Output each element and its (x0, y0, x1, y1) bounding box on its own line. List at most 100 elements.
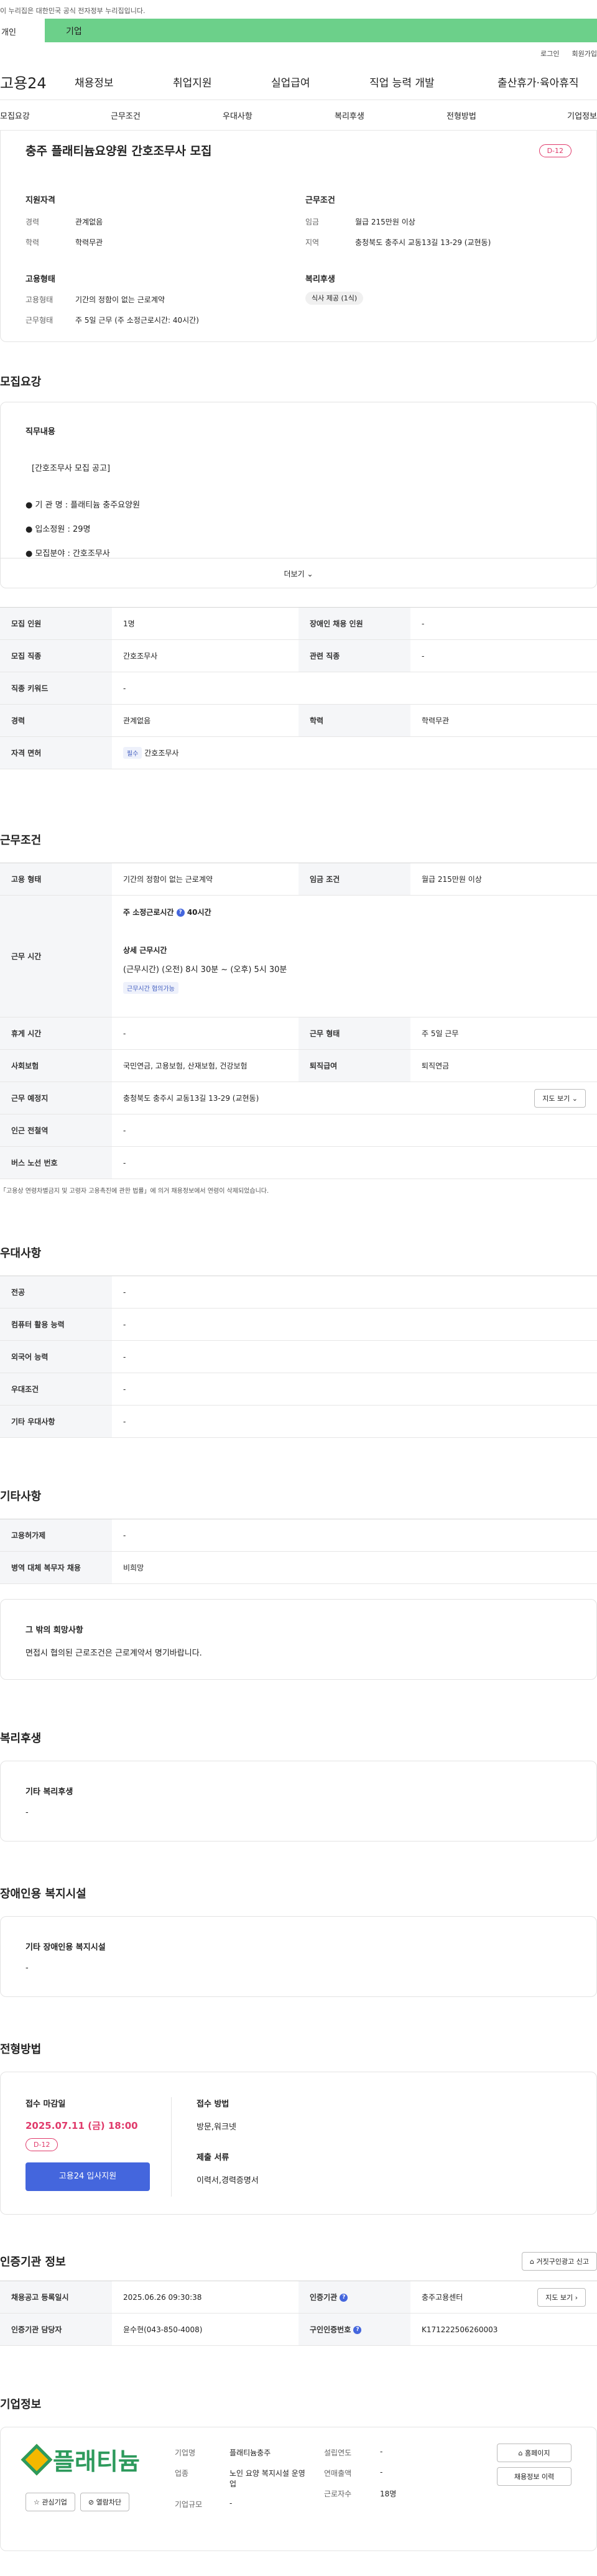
block-button[interactable]: ⊘ 열람차단 (80, 2493, 130, 2511)
disabled-box-title: 기타 장애인용 복지시설 (25, 1943, 106, 1952)
table-header-cell: 기타 우대사항 (0, 1405, 112, 1438)
recruit-heading: 모집요강 (0, 376, 42, 389)
wage-label: 임금 (305, 218, 320, 226)
table-header-cell: 컴퓨터 활용 능력 (0, 1308, 112, 1341)
table-cell: - (112, 1519, 597, 1552)
report-button[interactable]: ⌂ 거짓구인광고 신고 (522, 2252, 597, 2271)
job-history-button[interactable]: 채용정보 이력 (497, 2467, 572, 2486)
disabled-heading: 장애인용 복지시설 (0, 1888, 86, 1901)
company-field-label: 기업명 (175, 2449, 196, 2457)
table-header-cell: 근무 예정지 (0, 1082, 112, 1114)
apply-button[interactable]: 고용24 입사지원 (25, 2162, 150, 2191)
section-nav: 모집요강 근무조건 우대사항 복리후생 전형방법 기업정보 (0, 100, 597, 131)
table-row: 버스 노선 번호 - (0, 1146, 597, 1179)
emp-type-value: 기간의 정함이 없는 근로계약 (75, 295, 165, 304)
section-nav-process[interactable]: 전형방법 (447, 109, 558, 121)
gnb-item-jobs[interactable]: 채용정보 (75, 74, 173, 90)
table-cell: 국민연금, 고용보험, 산재보험, 건강보험 (112, 1049, 298, 1082)
company-field-value: - (380, 2447, 383, 2456)
docs-value: 이력서,경력증명서 (197, 2176, 259, 2185)
table-row: 채용공고 등록일시 2025.06.26 09:30:38 인증기관 ? 충주고… (0, 2281, 597, 2314)
table-cell: - (112, 1373, 597, 1406)
etc-box-title: 그 밖의 희망사항 (25, 1626, 83, 1635)
star-icon: ☆ (34, 2498, 40, 2506)
duty-card: 직무내용 [간호조무사 모집 공고] ● 기 관 명 : 플래티늄 충주요양원 … (0, 402, 597, 588)
section-nav-recruit[interactable]: 모집요강 (0, 109, 111, 121)
section-nav-work[interactable]: 근무조건 (111, 109, 223, 121)
duty-line: [간호조무사 모집 공고] (32, 464, 111, 473)
agency-table: 채용공고 등록일시 2025.06.26 09:30:38 인증기관 ? 충주고… (0, 2281, 597, 2346)
hours-detail: (근무시간) (오전) 8시 30분 ~ (오후) 5시 30분 (123, 965, 287, 975)
signup-link[interactable]: 회원가입 (572, 49, 597, 63)
map-button[interactable]: 지도 보기 ⌄ (534, 1088, 586, 1108)
table-cell: - (410, 639, 597, 672)
table-cell: 충주고용센터 지도 보기 › (410, 2281, 597, 2314)
wage-value: 월급 215만원 이상 (355, 218, 415, 226)
company-field-label: 기업규모 (175, 2500, 203, 2509)
tab-corporate[interactable]: 기업 (45, 19, 597, 42)
diamond-logo-icon (21, 2444, 53, 2475)
table-row: 고용허가제 - (0, 1519, 597, 1552)
table-header-cell: 모집 직종 (0, 639, 112, 672)
emp-heading: 고용형태 (25, 275, 55, 284)
required-chip: 필수 (123, 747, 142, 759)
welfare-box: 기타 복리후생 - (0, 1761, 597, 1842)
table-header-cell: 관련 직종 (298, 639, 410, 672)
disabled-box-text: - (25, 1963, 29, 1973)
agency-map-button[interactable]: 지도 보기 › (537, 2287, 586, 2307)
section-nav-welfare[interactable]: 복리후생 (335, 109, 447, 121)
table-header-cell: 사회보험 (0, 1049, 112, 1082)
table-cell: 기간의 정함이 없는 근로계약 (112, 863, 298, 896)
table-row: 인증기관 담당자 윤수현(043-850-4008) 구인인증번호 ? K171… (0, 2313, 597, 2346)
career-label: 경력 (25, 218, 40, 226)
table-cell: - (112, 1405, 597, 1438)
table-row: 휴게 시간 - 근무 형태 주 5일 근무 (0, 1017, 597, 1050)
section-nav-company[interactable]: 기업정보 (558, 109, 597, 121)
welfare-heading: 복리후생 (305, 275, 335, 284)
help-icon[interactable]: ? (176, 909, 185, 917)
dday-badge: D-12 (539, 144, 572, 157)
table-row: 전공 - (0, 1276, 597, 1309)
table-header-cell: 고용 형태 (0, 863, 112, 896)
duty-line: ● 기 관 명 : 플래티늄 충주요양원 (25, 501, 141, 510)
age-note: 「고용상 연령차별금지 및 고령자 고용촉진에 관한 법률」에 의거 채용정보에… (0, 1188, 269, 1195)
table-cell: - (112, 1146, 597, 1179)
house-icon: ⌂ (530, 2258, 535, 2266)
gnb-item-training[interactable]: 직업 능력 개발 (369, 74, 497, 90)
region-value: 충청북도 충주시 교동13길 13-29 (교현동) (355, 238, 491, 247)
company-field-value: 플래티늄충주 (229, 2449, 271, 2457)
etc-box-text: 면접시 협의된 근로조건은 근로계약서 명기바랍니다. (25, 1649, 202, 1658)
table-cell: - (112, 1340, 597, 1373)
table-header-cell: 외국어 능력 (0, 1340, 112, 1373)
table-cell: - (410, 607, 597, 640)
table-header-cell: 근무 형태 (298, 1017, 410, 1050)
table-cell: 비희망 (112, 1551, 597, 1584)
tab-individual[interactable]: 개인 (0, 19, 45, 42)
favorite-button[interactable]: ☆ 관심기업 (25, 2493, 75, 2511)
company-field-label: 근로자수 (324, 2490, 352, 2498)
more-button[interactable]: 더보기 ⌄ (1, 558, 596, 588)
table-header-cell: 근무 시간 (0, 895, 112, 1017)
login-link[interactable]: 로그인 (540, 49, 559, 63)
company-field-value: - (380, 2468, 383, 2476)
gnb-item-unemployment[interactable]: 실업급여 (271, 74, 369, 90)
help-icon[interactable]: ? (353, 2326, 362, 2334)
table-cell: 주 5일 근무 (410, 1017, 597, 1050)
cond-heading: 근무조건 (305, 196, 335, 205)
process-dday-badge: D-12 (25, 2138, 58, 2151)
gnb-item-leave[interactable]: 출산휴가·육아휴직 (497, 74, 579, 90)
emp-type-label: 고용형태 (25, 295, 53, 304)
homepage-button[interactable]: ⌂ 홈페이지 (497, 2444, 572, 2462)
table-row: 고용 형태 기간의 정함이 없는 근로계약 임금 조건 월급 215만원 이상 (0, 863, 597, 896)
work-type-label: 근무형태 (25, 316, 53, 325)
section-nav-pref[interactable]: 우대사항 (223, 109, 335, 121)
site-logo[interactable]: 고용24 (0, 71, 75, 93)
company-field-value: - (229, 2499, 233, 2508)
help-icon[interactable]: ? (340, 2294, 348, 2302)
table-cell: - (112, 1276, 597, 1309)
table-header-cell: 장애인 채용 인원 (298, 607, 410, 640)
table-cell: - (112, 1017, 298, 1050)
gnb-item-employment[interactable]: 취업지원 (173, 74, 271, 90)
docs-label: 제출 서류 (197, 2153, 229, 2162)
career-value: 관계없음 (75, 218, 103, 226)
